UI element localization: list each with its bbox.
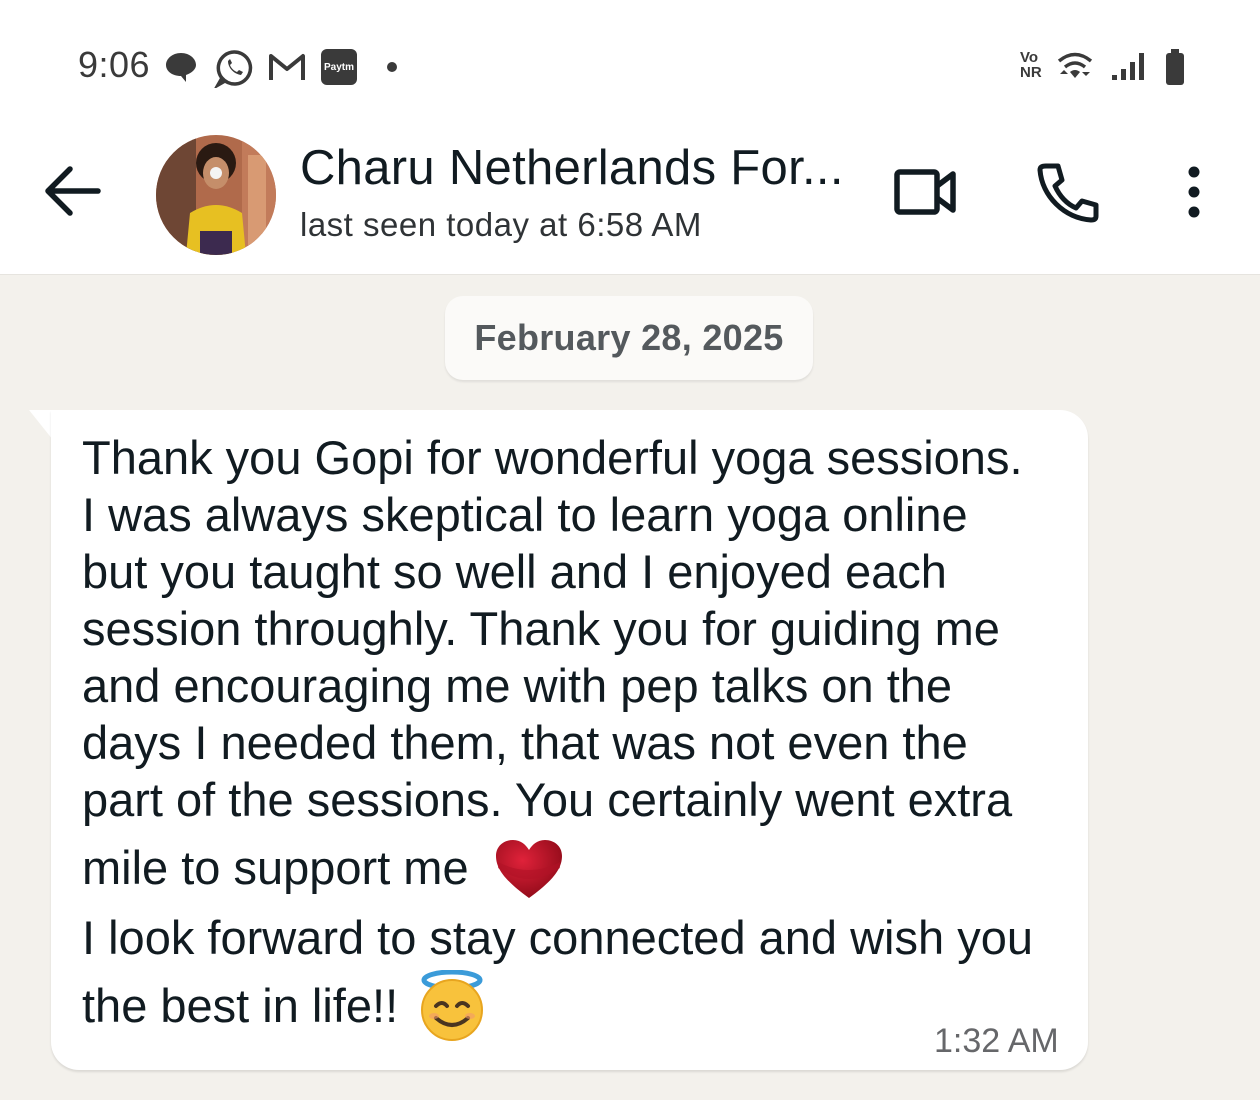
last-seen-status: last seen today at 6:58 AM [300, 206, 702, 243]
message-line: I look forward to stay connected and wis… [82, 911, 1033, 964]
whatsapp-icon [214, 50, 253, 88]
vonr-icon: Vo NR [1020, 50, 1050, 80]
message-line: part of the sessions. You certainly went… [82, 773, 1013, 826]
paytm-label: Paytm [323, 61, 354, 73]
message-timestamp: 1:32 AM [934, 1022, 1059, 1060]
signal-icon [1112, 53, 1144, 80]
message-line: the best in life!! [82, 979, 399, 1032]
message-line: days I needed them, that was not even th… [82, 716, 968, 769]
paytm-icon: Paytm [321, 49, 357, 85]
vonr-label-bottom: NR [1020, 64, 1042, 81]
date-divider: February 28, 2025 [445, 296, 813, 380]
avatar[interactable] [156, 135, 276, 255]
wifi-icon [1057, 52, 1093, 78]
message-line: session throughly. Thank you for guiding… [82, 602, 1000, 655]
message-line: and encouraging me with pep talks on the [82, 659, 953, 712]
bubble-tail [29, 410, 53, 440]
smiling-face-with-halo-emoji [421, 970, 483, 1041]
notification-dot-icon [387, 62, 397, 72]
chat-bubble-icon [166, 53, 196, 82]
contact-name[interactable]: Charu Netherlands For... [300, 140, 844, 196]
vonr-label-top: Vo [1020, 49, 1039, 66]
message-line: I was always skeptical to learn yoga onl… [82, 488, 968, 541]
status-bar: 9:06 Paytm Vo NR [0, 0, 1260, 120]
video-call-icon[interactable] [892, 164, 958, 220]
voice-call-icon[interactable] [1036, 160, 1100, 224]
back-arrow-icon[interactable] [40, 158, 106, 224]
message-line: Thank you Gopi for wonderful yoga sessio… [82, 431, 1023, 484]
status-clock: 9:06 [78, 44, 151, 85]
more-options-icon[interactable] [1180, 164, 1208, 224]
red-heart-emoji [496, 840, 562, 898]
chat-header: Charu Netherlands For... last seen today… [0, 120, 1260, 275]
message-line: but you taught so well and I enjoyed eac… [82, 545, 947, 598]
battery-icon [1166, 49, 1184, 85]
gmail-icon [269, 54, 305, 80]
message-line: mile to support me [82, 841, 469, 894]
